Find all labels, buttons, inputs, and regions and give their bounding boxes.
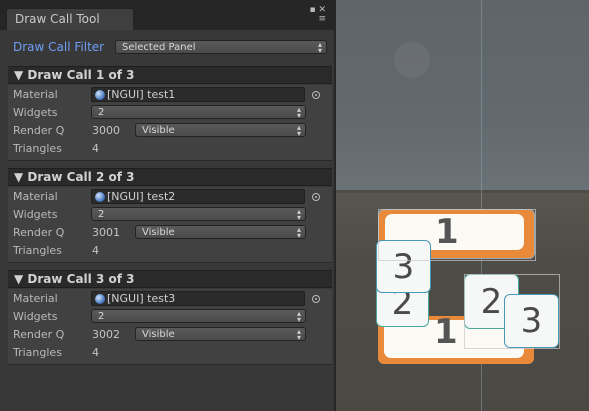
filter-row: Draw Call Filter Selected Panel ▴ ▾ <box>12 40 327 56</box>
render-q-value[interactable]: 3002 <box>92 328 120 341</box>
widgets-dropdown[interactable]: 2 ▴ ▾ <box>91 207 306 222</box>
draw-call-header[interactable]: ▼ Draw Call 1 of 3 <box>8 66 332 84</box>
dropdown-arrow-icon: ▴ ▾ <box>296 309 301 324</box>
visibility-dropdown[interactable]: Visible ▴ ▾ <box>135 225 306 240</box>
window-menu-icon[interactable]: ▪ ✕ ≡ <box>309 6 326 24</box>
material-field[interactable]: [NGUI] test3 <box>91 291 305 306</box>
triangles-label: Triangles <box>13 244 62 257</box>
material-value: [NGUI] test3 <box>107 292 176 305</box>
scene-sun-glow <box>394 42 430 78</box>
triangles-value: 4 <box>92 244 99 257</box>
visibility-value: Visible <box>142 227 175 238</box>
render-q-label: Render Q <box>13 328 65 341</box>
dropdown-arrow-icon: ▴ ▾ <box>296 225 301 240</box>
widgets-label: Widgets <box>13 106 58 119</box>
draw-call-section: Material [NGUI] test2 Widgets 2 ▴ ▾ Rende… <box>8 187 332 263</box>
visibility-dropdown[interactable]: Visible ▴ ▾ <box>135 327 306 342</box>
dropdown-value: Selected Panel <box>122 42 196 53</box>
dropdown-arrow-icon: ▴ ▾ <box>317 40 322 55</box>
window-content: Draw Call Filter Selected Panel ▴ ▾ ▼ Dra… <box>4 30 332 411</box>
render-q-label: Render Q <box>13 124 65 137</box>
selection-outline <box>464 274 560 349</box>
visibility-value: Visible <box>142 329 175 340</box>
widgets-value: 2 <box>98 107 105 118</box>
widgets-label: Widgets <box>13 310 58 323</box>
draw-call-filter-dropdown[interactable]: Selected Panel ▴ ▾ <box>115 40 327 55</box>
material-label: Material <box>13 292 58 305</box>
widgets-label: Widgets <box>13 208 58 221</box>
material-icon <box>95 192 105 202</box>
render-q-value[interactable]: 3000 <box>92 124 120 137</box>
material-value: [NGUI] test1 <box>107 88 176 101</box>
selection-outline <box>378 209 536 261</box>
triangles-label: Triangles <box>13 142 62 155</box>
triangles-label: Triangles <box>13 346 62 359</box>
object-picker-icon[interactable] <box>312 295 320 303</box>
material-icon <box>95 90 105 100</box>
visibility-dropdown[interactable]: Visible ▴ ▾ <box>135 123 306 138</box>
material-label: Material <box>13 88 58 101</box>
material-field[interactable]: [NGUI] test1 <box>91 87 305 102</box>
dropdown-arrow-icon: ▴ ▾ <box>296 105 301 120</box>
render-q-label: Render Q <box>13 226 65 239</box>
material-label: Material <box>13 190 58 203</box>
material-field[interactable]: [NGUI] test2 <box>91 189 305 204</box>
draw-call-section: Material [NGUI] test3 Widgets 2 ▴ ▾ Rende… <box>8 289 332 365</box>
window-titlebar: Draw Call Tool ▪ ✕ ≡ <box>0 0 336 30</box>
sprite-label: 1 <box>434 312 458 352</box>
object-picker-icon[interactable] <box>312 91 320 99</box>
widgets-value: 2 <box>98 209 105 220</box>
triangles-value: 4 <box>92 346 99 359</box>
tab-draw-call-tool[interactable]: Draw Call Tool <box>6 8 134 30</box>
dropdown-arrow-icon: ▴ ▾ <box>296 327 301 342</box>
object-picker-icon[interactable] <box>312 193 320 201</box>
material-value: [NGUI] test2 <box>107 190 176 203</box>
visibility-value: Visible <box>142 125 175 136</box>
widgets-dropdown[interactable]: 2 ▴ ▾ <box>91 309 306 324</box>
widgets-dropdown[interactable]: 2 ▴ ▾ <box>91 105 306 120</box>
draw-call-header[interactable]: ▼ Draw Call 3 of 3 <box>8 270 332 288</box>
draw-call-section: Material [NGUI] test1 Widgets 2 ▴ ▾ Rende… <box>8 85 332 161</box>
render-q-value[interactable]: 3001 <box>92 226 120 239</box>
dropdown-arrow-icon: ▴ ▾ <box>296 123 301 138</box>
material-icon <box>95 294 105 304</box>
dropdown-arrow-icon: ▴ ▾ <box>296 207 301 222</box>
triangles-value: 4 <box>92 142 99 155</box>
draw-call-filter-label: Draw Call Filter <box>13 40 105 54</box>
draw-call-header[interactable]: ▼ Draw Call 2 of 3 <box>8 168 332 186</box>
draw-call-tool-window: Draw Call Tool ▪ ✕ ≡ Draw Call Filter Sel… <box>0 0 336 411</box>
widgets-value: 2 <box>98 311 105 322</box>
scene-horizon <box>336 190 589 193</box>
